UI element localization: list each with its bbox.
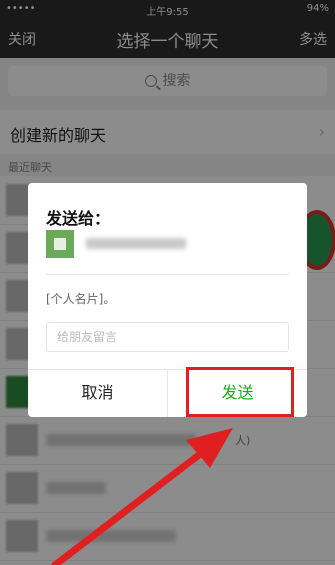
- annotation-arrow: [51, 428, 233, 565]
